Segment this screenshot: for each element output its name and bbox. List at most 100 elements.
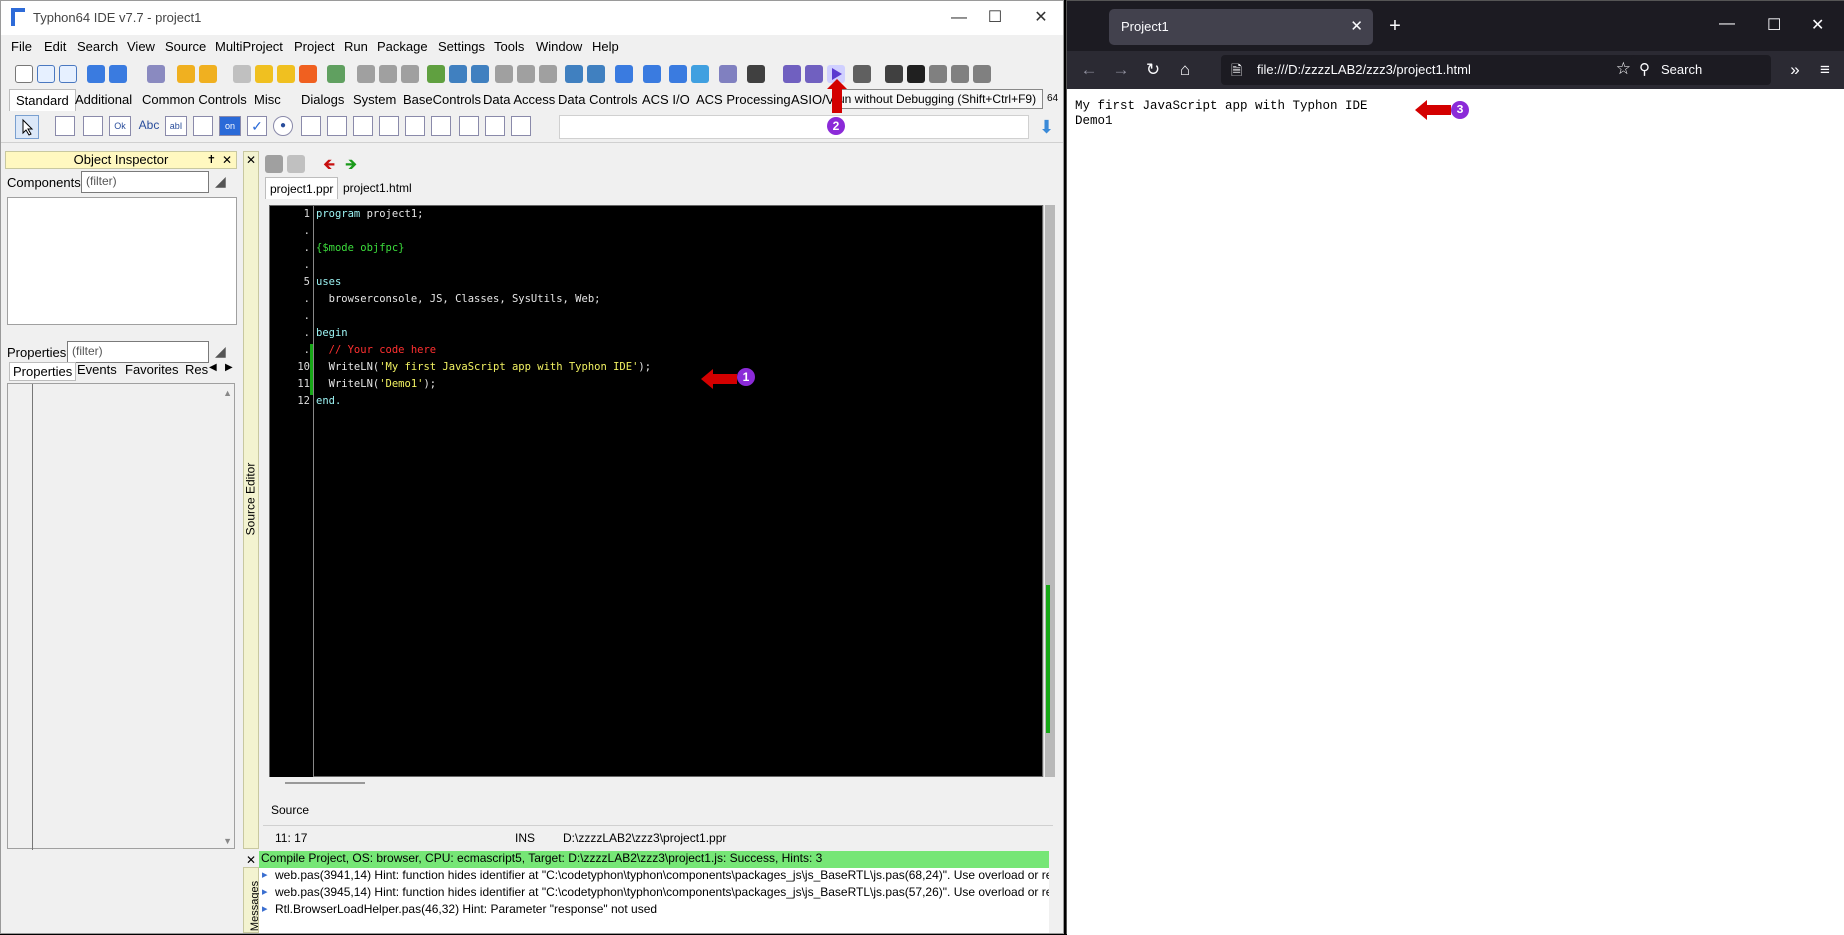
menu-run[interactable]: Run	[344, 39, 368, 54]
step-over-icon[interactable]	[587, 65, 605, 83]
ttogglebox-icon[interactable]: on	[219, 116, 241, 136]
tab-project1-html[interactable]: project1.html	[339, 180, 416, 196]
tradiobutton-icon[interactable]: ●	[273, 116, 293, 136]
open-recent-icon[interactable]	[109, 65, 127, 83]
clean-icon[interactable]	[299, 65, 317, 83]
forward-icon[interactable]: →	[1111, 60, 1131, 80]
save-icon[interactable]	[357, 65, 375, 83]
monitor-icon[interactable]	[747, 65, 765, 83]
message-success[interactable]: Compile Project, OS: browser, CPU: ecmas…	[259, 851, 1049, 868]
tgroupbox-icon[interactable]	[379, 116, 399, 136]
step-out-icon[interactable]	[951, 65, 969, 83]
new-form-icon[interactable]	[59, 65, 77, 83]
tab-project1-ppr[interactable]: project1.ppr	[265, 177, 339, 199]
tcombobox-icon[interactable]	[327, 116, 347, 136]
property-grid[interactable]: ▲ ▼	[7, 383, 235, 850]
find-icon[interactable]	[147, 65, 165, 83]
message-hint[interactable]: web.pas(3945,14) Hint: function hides id…	[259, 885, 1049, 902]
browser-close-icon[interactable]: ✕	[1811, 15, 1824, 35]
pin-icon[interactable]: ✝	[207, 152, 216, 168]
tab-favorites[interactable]: Favorites	[125, 362, 178, 377]
run-to-cursor-icon[interactable]	[973, 65, 991, 83]
messages-panel[interactable]: Compile Project, OS: browser, CPU: ecmas…	[259, 851, 1049, 933]
build-all-icon[interactable]	[277, 65, 295, 83]
compile-icon[interactable]	[615, 65, 633, 83]
gear-icon[interactable]	[783, 65, 801, 83]
palette-tab-acs-io[interactable]: ACS I/O	[640, 92, 692, 107]
clear-filter-icon[interactable]: ◢	[215, 173, 226, 190]
menu-view[interactable]: View	[127, 39, 155, 54]
menu-source[interactable]: Source	[165, 39, 206, 54]
build-icon[interactable]	[255, 65, 273, 83]
message-hint[interactable]: web.pas(3941,14) Hint: function hides id…	[259, 868, 1049, 885]
close-tab-icon[interactable]: ✕	[1350, 17, 1363, 35]
gears-icon[interactable]	[805, 65, 823, 83]
palette-tab-data-access[interactable]: Data Access	[481, 92, 557, 107]
replace-icon[interactable]	[471, 65, 489, 83]
menu-project[interactable]: Project	[294, 39, 334, 54]
editor-view-icon[interactable]	[265, 155, 283, 173]
menu-file[interactable]: File	[11, 39, 32, 54]
toggle-form-icon[interactable]	[495, 65, 513, 83]
palette-tab-system[interactable]: System	[351, 92, 398, 107]
reload-icon[interactable]: ↻	[1143, 60, 1163, 80]
download-arrow-icon[interactable]: ⬇	[1039, 117, 1054, 138]
tframe-icon[interactable]	[485, 116, 505, 136]
new-file-icon[interactable]	[15, 65, 33, 83]
tedit-icon[interactable]: abI	[165, 116, 187, 136]
tlabel-icon[interactable]: Abc	[137, 116, 161, 136]
save-all-icon[interactable]	[379, 65, 397, 83]
scroll-up-icon[interactable]: ▲	[223, 388, 232, 398]
home-icon[interactable]: ⌂	[1175, 60, 1195, 80]
browser-minimize-icon[interactable]: —	[1719, 15, 1735, 33]
hscroll-thumb[interactable]	[285, 782, 365, 784]
tradiogroup-icon[interactable]	[405, 116, 425, 136]
browser-tab-project1[interactable]: Project1 ✕	[1109, 9, 1373, 45]
components-filter-input[interactable]: (filter)	[81, 171, 209, 193]
messages-vertical-tab[interactable]: Messages	[243, 867, 261, 933]
tab-res[interactable]: Res	[185, 362, 208, 377]
project-icon[interactable]	[327, 65, 345, 83]
run-menu-icon[interactable]	[853, 65, 871, 83]
page-info-icon[interactable]: 🗎	[1231, 60, 1242, 84]
tools-icon[interactable]	[669, 65, 687, 83]
copy-icon[interactable]	[233, 65, 251, 83]
edit-icon[interactable]	[427, 65, 445, 83]
clear-properties-filter-icon[interactable]: ◢	[215, 343, 226, 360]
tab-scroll-left-icon[interactable]: ◀	[209, 362, 217, 373]
jump-back-icon[interactable]: 🡸	[323, 154, 335, 179]
stop-icon[interactable]	[907, 65, 925, 83]
back-icon[interactable]: ←	[1079, 60, 1099, 80]
component-tree[interactable]	[7, 197, 237, 325]
view-units-icon[interactable]	[517, 65, 535, 83]
menu-window[interactable]: Window	[536, 39, 582, 54]
tpanel-icon[interactable]	[459, 116, 479, 136]
bookmark-star-icon[interactable]: ☆	[1616, 59, 1631, 79]
view-forms-icon[interactable]	[539, 65, 557, 83]
tscrollbar-icon[interactable]	[353, 116, 373, 136]
close-editor-icon[interactable]: ✕	[246, 153, 256, 167]
tmainmenu-icon[interactable]	[55, 116, 75, 136]
source-editor-vertical-tab[interactable]: Source Editor	[243, 151, 259, 849]
menu-help[interactable]: Help	[592, 39, 619, 54]
tbutton-icon[interactable]: Ok	[109, 116, 131, 136]
scroll-down-icon[interactable]: ▼	[223, 836, 232, 846]
palette-tab-misc[interactable]: Misc	[252, 92, 283, 107]
tab-source[interactable]: Source	[271, 803, 309, 817]
tab-properties[interactable]: Properties	[9, 362, 77, 381]
menu-settings[interactable]: Settings	[438, 39, 485, 54]
package-icon[interactable]	[177, 65, 195, 83]
palette-tab-data-controls[interactable]: Data Controls	[556, 92, 639, 107]
maximize-icon[interactable]: ☐	[977, 5, 1013, 31]
pause-icon[interactable]	[885, 65, 903, 83]
close-panel-icon[interactable]: ✕	[222, 152, 232, 168]
palette-tab-common-controls[interactable]: Common Controls	[140, 92, 249, 107]
close-icon[interactable]: ✕	[1023, 5, 1059, 31]
new-tab-icon[interactable]: +	[1383, 15, 1407, 39]
palette-tab-acs-processing[interactable]: ACS Processing	[694, 92, 793, 107]
menu-search[interactable]: Search	[77, 39, 118, 54]
package-open-icon[interactable]	[199, 65, 217, 83]
tcheckbox-icon[interactable]: ✓	[247, 116, 267, 136]
close-file-icon[interactable]	[401, 65, 419, 83]
new-unit-icon[interactable]	[37, 65, 55, 83]
